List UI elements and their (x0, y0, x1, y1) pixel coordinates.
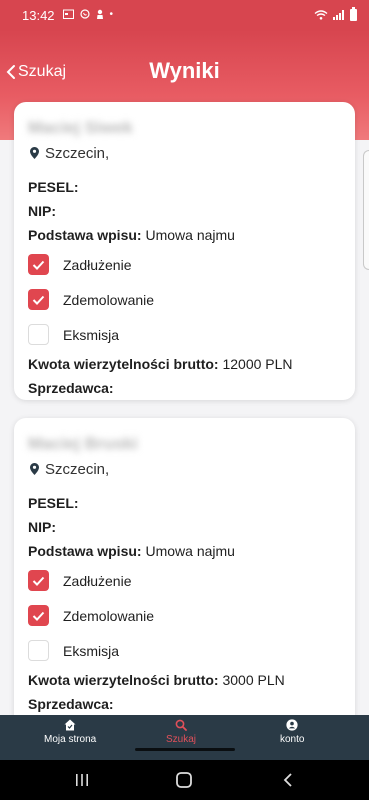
checkbox-label: Eksmisja (63, 642, 120, 659)
result-card: Maciej Siwek Szczecin, PESEL: NIP: Podst… (14, 102, 355, 400)
checkbox-label: Zdemolowanie (63, 291, 155, 308)
checkbox-checked[interactable] (28, 570, 49, 591)
sprzedawca-label: Sprzedawca: (28, 696, 114, 712)
signal-icon (333, 10, 344, 20)
checkmark-icon (32, 260, 45, 270)
checkbox-label: Zadłużenie (63, 572, 132, 589)
map-pin-icon (30, 463, 39, 475)
battery-icon (350, 7, 357, 21)
pesel-field: PESEL: (28, 175, 341, 199)
kwota-field: Kwota wierzytelności brutto: 3000 PLN (28, 668, 341, 692)
checkbox-checked[interactable] (28, 289, 49, 310)
notification-dot: • (109, 9, 114, 20)
podstawa-value: Umowa najmu (145, 227, 235, 243)
nav-item-search[interactable]: Szukaj (166, 719, 196, 745)
checkbox-label: Zadłużenie (63, 256, 132, 273)
checkbox-checked[interactable] (28, 254, 49, 275)
checkbox-row[interactable]: Zdemolowanie (28, 598, 341, 633)
nav-label: Moja strona (44, 734, 97, 745)
result-card: Maciej Bruski Szczecin, PESEL: NIP: Pods… (14, 418, 355, 738)
map-pin-icon (30, 147, 39, 159)
nav-label: Szukaj (166, 734, 197, 745)
checkbox-label: Eksmisja (63, 326, 120, 343)
nav-item-home[interactable]: Moja strona (44, 719, 96, 745)
wifi-icon (314, 10, 328, 20)
checkbox-row[interactable]: Eksmisja (28, 633, 341, 668)
account-icon (286, 719, 298, 731)
status-time: 13:42 (22, 7, 55, 23)
city-text: Szczecin, (45, 144, 110, 162)
nip-field: NIP: (28, 199, 341, 223)
checkbox-row[interactable]: Zadłużenie (28, 247, 341, 282)
home-circle-icon (176, 772, 192, 788)
checkbox-checked[interactable] (28, 605, 49, 626)
sprzedawca-field: Sprzedawca: (28, 376, 341, 400)
nip-label: NIP: (28, 519, 56, 535)
checkbox-row[interactable]: Zdemolowanie (28, 282, 341, 317)
sprzedawca-field: Sprzedawca: (28, 692, 341, 716)
kwota-field: Kwota wierzytelności brutto: 12000 PLN (28, 352, 341, 376)
person-icon (96, 9, 104, 22)
pesel-label: PESEL: (28, 179, 79, 195)
pesel-label: PESEL: (28, 495, 79, 511)
location: Szczecin, (28, 459, 341, 479)
pesel-field: PESEL: (28, 491, 341, 515)
checkmark-icon (32, 576, 45, 586)
kwota-label: Kwota wierzytelności brutto: (28, 672, 219, 688)
whatsapp-icon (79, 8, 90, 22)
nip-label: NIP: (28, 203, 56, 219)
active-tab-indicator (135, 748, 235, 751)
kwota-value: 3000 PLN (222, 672, 285, 688)
nav-label: konto (280, 734, 305, 745)
kwota-label: Kwota wierzytelności brutto: (28, 356, 219, 372)
recent-apps-icon (76, 774, 88, 786)
nav-item-account[interactable]: konto (280, 719, 304, 745)
podstawa-field: Podstawa wpisu: Umowa najmu (28, 223, 341, 247)
podstawa-label: Podstawa wpisu: (28, 543, 142, 559)
back-nav-button[interactable] (278, 770, 298, 790)
calendar-icon (62, 9, 74, 22)
home-icon (64, 719, 76, 731)
kwota-value: 12000 PLN (222, 356, 293, 372)
checkbox-row[interactable]: Eksmisja (28, 317, 341, 352)
checkbox-row[interactable]: Zadłużenie (28, 563, 341, 598)
city-text: Szczecin, (45, 460, 110, 478)
location: Szczecin, (28, 143, 341, 163)
scroll-indicator[interactable] (363, 150, 369, 270)
person-name: Maciej Siwek (28, 118, 133, 137)
search-icon (175, 719, 187, 731)
checkbox-unchecked[interactable] (28, 640, 49, 661)
checkmark-icon (32, 611, 45, 621)
podstawa-field: Podstawa wpisu: Umowa najmu (28, 539, 341, 563)
sprzedawca-label: Sprzedawca: (28, 380, 114, 396)
nip-field: NIP: (28, 515, 341, 539)
checkmark-icon (32, 295, 45, 305)
bottom-nav: Moja strona Szukaj konto (0, 715, 369, 760)
status-bar: 13:42 • (0, 0, 369, 30)
checkbox-unchecked[interactable] (28, 324, 49, 345)
person-name: Maciej Bruski (28, 434, 138, 453)
back-chevron-icon (283, 773, 292, 787)
podstawa-label: Podstawa wpisu: (28, 227, 142, 243)
podstawa-value: Umowa najmu (145, 543, 235, 559)
page-title: Wyniki (149, 58, 220, 83)
recent-apps-button[interactable] (72, 770, 92, 790)
system-nav-bar (0, 760, 369, 800)
home-button[interactable] (174, 770, 194, 790)
checkbox-label: Zdemolowanie (63, 607, 155, 624)
